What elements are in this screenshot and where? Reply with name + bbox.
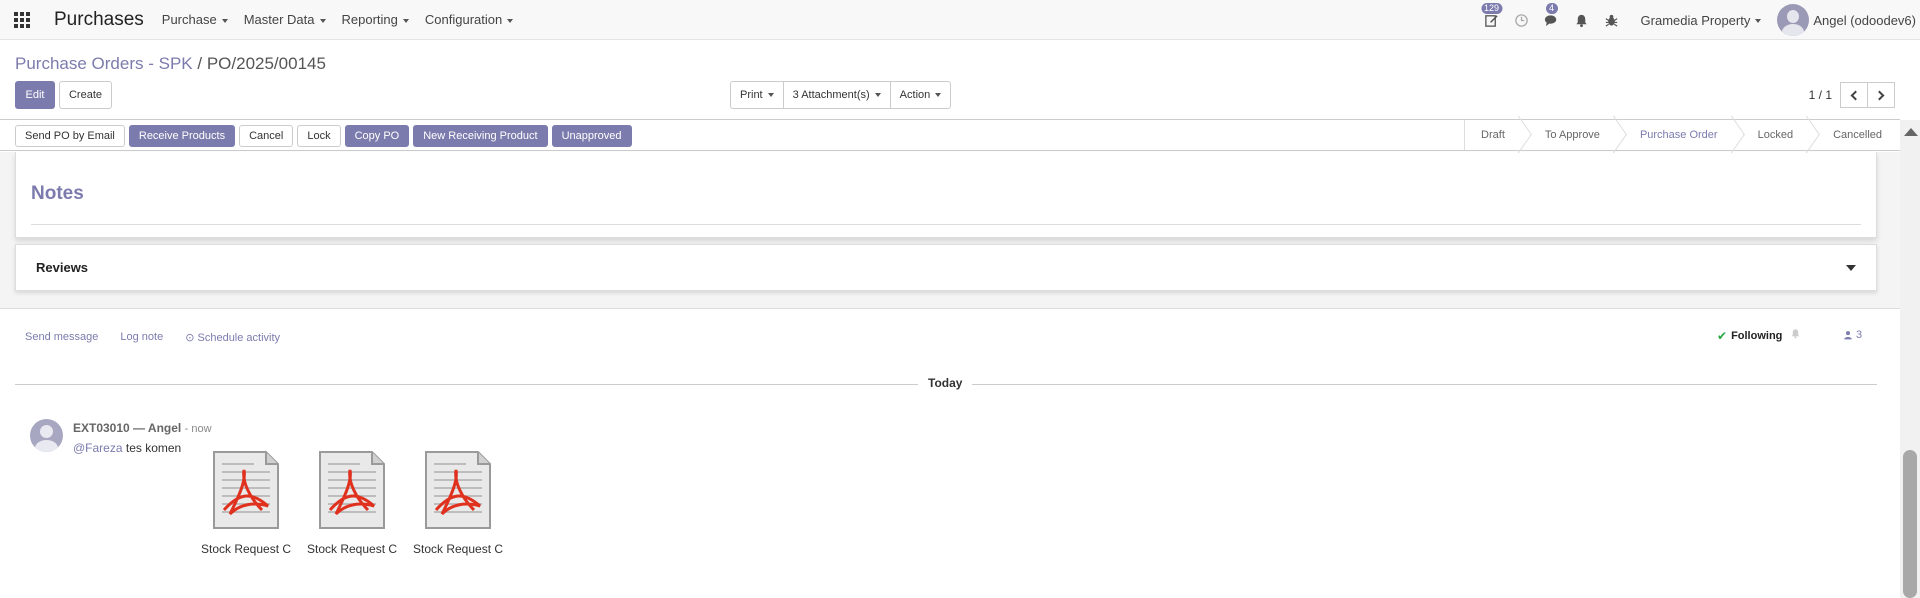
chat-icon[interactable]: 4	[1537, 0, 1567, 40]
notes-divider	[31, 224, 1861, 225]
message-text: tes komen	[122, 441, 182, 455]
attachment-name: Stock Request C	[413, 542, 503, 556]
print-dropdown[interactable]: Print	[730, 81, 784, 109]
user-menu[interactable]: Angel (odoodev6)	[1777, 4, 1916, 36]
stage-cancelled[interactable]: Cancelled	[1811, 120, 1900, 150]
message-header: EXT03010 — Angel - now	[73, 421, 212, 435]
user-avatar	[1777, 4, 1810, 36]
stage-pipeline: Draft To Approve Purchase Order Locked C…	[1464, 120, 1900, 150]
chevron-left-icon	[1850, 90, 1861, 100]
menu-purchase[interactable]: Purchase	[162, 12, 228, 27]
schedule-activity-button[interactable]: ⊙ Schedule activity	[185, 331, 280, 344]
unapproved-button[interactable]: Unapproved	[551, 125, 632, 147]
breadcrumb-parent[interactable]: Purchase Orders - SPK	[15, 54, 193, 73]
chatter-divider	[0, 308, 1900, 309]
apps-menu-icon[interactable]	[2, 0, 42, 40]
notes-title: Notes	[31, 183, 84, 204]
company-switcher[interactable]: Gramedia Property	[1641, 13, 1762, 28]
following-button[interactable]: ✔ Following	[1717, 329, 1782, 343]
schedule-activity-label: Schedule activity	[197, 332, 281, 344]
followers-count: 3	[1856, 329, 1863, 341]
followers-button[interactable]: 3	[1843, 329, 1862, 341]
statusbar: Send PO by Email Receive Products Cancel…	[0, 119, 1900, 151]
stage-purchase-order[interactable]: Purchase Order	[1618, 120, 1736, 150]
breadcrumb-current: PO/2025/00145	[206, 54, 326, 73]
top-navbar: Purchases Purchase Master Data Reporting…	[0, 0, 1920, 40]
pager: 1 / 1	[1809, 82, 1895, 108]
pdf-file-icon	[316, 448, 388, 532]
status-actions: Send PO by Email Receive Products Cancel…	[15, 125, 632, 147]
message-body: @Fareza tes komen	[73, 441, 181, 455]
action-dropdown[interactable]: Action	[889, 81, 952, 109]
lock-button[interactable]: Lock	[297, 125, 341, 147]
message-author[interactable]: EXT03010 — Angel	[73, 421, 181, 435]
message-mention[interactable]: @Fareza	[73, 441, 123, 455]
send-po-email-button[interactable]: Send PO by Email	[15, 125, 125, 147]
chatter-topbar: Send message Log note ⊙ Schedule activit…	[25, 331, 280, 344]
caret-down-icon[interactable]	[1846, 265, 1856, 271]
attachment-item[interactable]: Stock Request C	[408, 448, 508, 556]
reviews-label: Reviews	[36, 260, 89, 275]
pdf-file-icon	[210, 448, 282, 532]
stage-locked[interactable]: Locked	[1736, 120, 1811, 150]
form-sheet: Notes	[15, 152, 1877, 238]
stage-to-approve[interactable]: To Approve	[1523, 120, 1618, 150]
message-time: - now	[184, 423, 212, 435]
copy-po-button[interactable]: Copy PO	[344, 125, 410, 147]
breadcrumb-separator: /	[197, 54, 203, 73]
pager-value: 1 / 1	[1808, 88, 1832, 102]
date-separator: Today	[918, 376, 973, 390]
stage-draft[interactable]: Draft	[1465, 120, 1523, 150]
menu-reporting[interactable]: Reporting	[342, 12, 409, 27]
pager-previous-button[interactable]	[1840, 82, 1868, 108]
attachment-name: Stock Request C	[201, 542, 291, 556]
bell-icon[interactable]	[1567, 0, 1597, 40]
menu-master-data[interactable]: Master Data	[244, 12, 326, 27]
sidebar-actions: Print 3 Attachment(s) Action	[730, 81, 952, 109]
edit-note-icon[interactable]: 129	[1477, 0, 1507, 40]
create-button[interactable]: Create	[59, 81, 112, 109]
user-icon	[1844, 331, 1852, 340]
user-name: Angel (odoodev6)	[1813, 12, 1916, 28]
form-buttons: Edit Create	[15, 81, 112, 109]
attachment-item[interactable]: Stock Request C	[196, 448, 296, 556]
menu-configuration[interactable]: Configuration	[425, 12, 513, 27]
chevron-right-icon	[1874, 90, 1885, 100]
attachments-dropdown[interactable]: 3 Attachment(s)	[782, 81, 891, 109]
edit-button[interactable]: Edit	[15, 81, 55, 109]
check-icon: ✔	[1717, 329, 1728, 343]
reviews-section[interactable]: Reviews	[15, 244, 1877, 291]
new-receiving-product-button[interactable]: New Receiving Product	[413, 125, 548, 147]
breadcrumb: Purchase Orders - SPK / PO/2025/00145	[15, 54, 326, 74]
bug-icon[interactable]	[1597, 0, 1627, 40]
attachment-item[interactable]: Stock Request C	[302, 448, 402, 556]
clock-icon[interactable]	[1507, 0, 1537, 40]
scroll-up-arrow-icon[interactable]	[1904, 128, 1918, 136]
cancel-button[interactable]: Cancel	[239, 125, 294, 147]
navbar-systray: 129 4 Gramedia Property Angel (odoodev6)	[1477, 0, 1920, 40]
activity-count-badge: 129	[1481, 3, 1503, 14]
pager-next-button[interactable]	[1867, 82, 1895, 108]
send-message-button[interactable]: Send message	[25, 331, 98, 344]
following-label: Following	[1731, 330, 1783, 342]
bell-icon[interactable]	[1790, 328, 1801, 342]
app-brand[interactable]: Purchases	[54, 9, 144, 31]
pdf-file-icon	[422, 448, 494, 532]
clock-icon: ⊙	[185, 332, 198, 344]
receive-products-button[interactable]: Receive Products	[128, 125, 236, 147]
scrollbar-thumb[interactable]	[1903, 450, 1917, 598]
log-note-button[interactable]: Log note	[120, 331, 163, 344]
attachment-name: Stock Request C	[307, 542, 397, 556]
messages-count-badge: 4	[1545, 3, 1558, 14]
author-avatar[interactable]	[30, 419, 63, 452]
